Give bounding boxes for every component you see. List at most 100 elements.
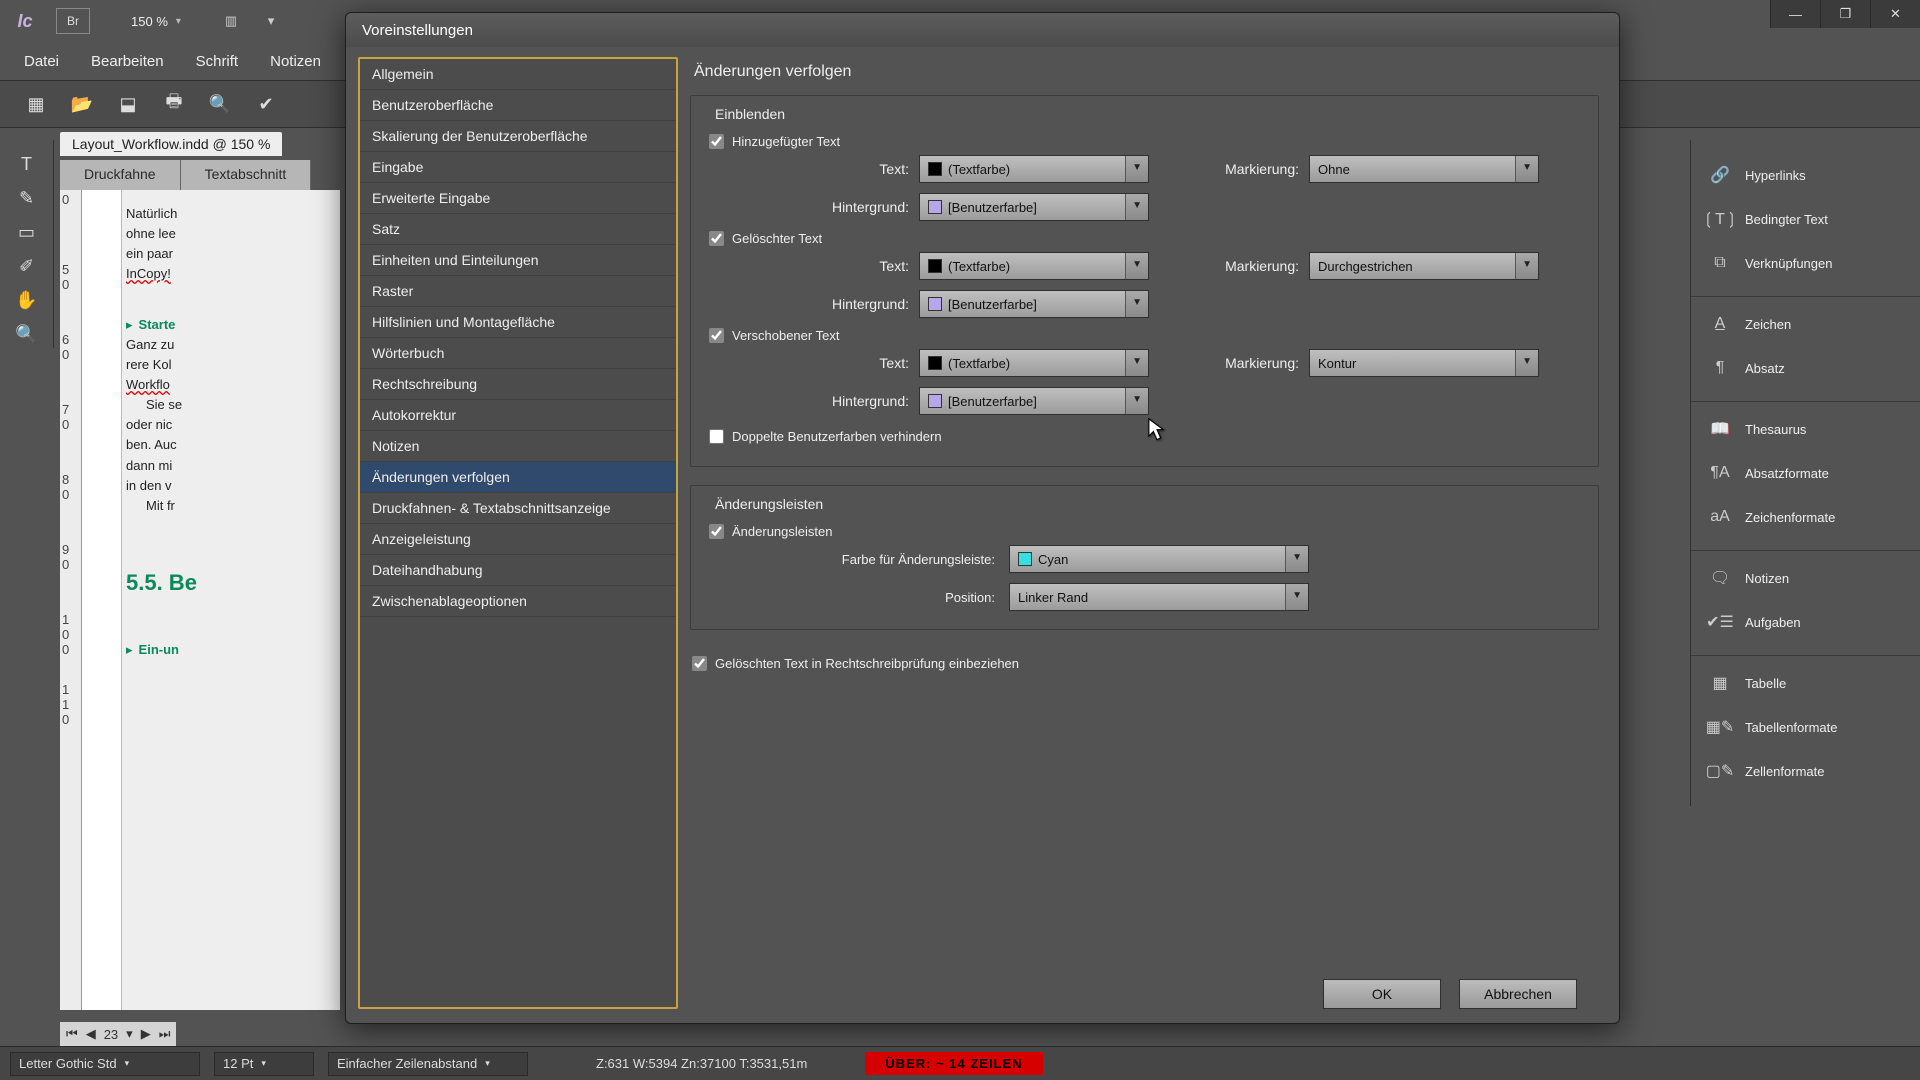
- pref-category-rechtschreibung[interactable]: Rechtschreibung: [360, 369, 676, 400]
- screen-mode-icon[interactable]: ▥: [216, 7, 246, 35]
- pref-category-notizen[interactable]: Notizen: [360, 431, 676, 462]
- added-marking-label: Markierung:: [1149, 161, 1309, 177]
- first-page-icon[interactable]: ⏮: [66, 1026, 78, 1042]
- view-tab-galley[interactable]: Druckfahne: [60, 160, 181, 190]
- next-page-icon[interactable]: ▶: [141, 1026, 151, 1042]
- preferences-category-list[interactable]: AllgemeinBenutzeroberflächeSkalierung de…: [358, 57, 678, 1009]
- pref-category-anzeigeleistung[interactable]: Anzeigeleistung: [360, 524, 676, 555]
- note-tool-icon[interactable]: ✎: [13, 184, 41, 212]
- panel-tabelle[interactable]: ▦Tabelle: [1691, 655, 1920, 702]
- font-size-dropdown[interactable]: 12 Pt: [214, 1052, 314, 1076]
- save-icon[interactable]: ⬓: [116, 92, 140, 116]
- prev-page-icon[interactable]: ◀: [86, 1026, 96, 1042]
- view-tab-story[interactable]: Textabschnitt: [181, 160, 312, 190]
- window-close-button[interactable]: ✕: [1870, 0, 1920, 28]
- menu-notes[interactable]: Notizen: [254, 53, 337, 70]
- added-bg-dropdown[interactable]: [Benutzerfarbe]: [919, 193, 1149, 221]
- deleted-marking-dropdown[interactable]: Durchgestrichen: [1309, 252, 1539, 280]
- pref-category-zwischenablageoptionen[interactable]: Zwischenablageoptionen: [360, 586, 676, 617]
- document-tab[interactable]: Layout_Workflow.indd @ 150 %: [60, 132, 282, 156]
- deleted-text-color-dropdown[interactable]: (Textfarbe): [919, 252, 1149, 280]
- menu-type[interactable]: Schrift: [180, 53, 255, 70]
- panel-thesaurus[interactable]: 📖Thesaurus: [1691, 401, 1920, 448]
- hand-tool-icon[interactable]: ✋: [13, 286, 41, 314]
- spellcheck-icon[interactable]: ✔: [254, 92, 278, 116]
- change-bars-legend: Änderungsleisten: [709, 496, 829, 512]
- deleted-text-checkbox[interactable]: [709, 231, 724, 246]
- zoom-tool-icon[interactable]: 🔍: [13, 320, 41, 348]
- print-icon[interactable]: 🖶: [162, 92, 186, 116]
- added-text-checkbox[interactable]: [709, 134, 724, 149]
- moved-text-color-dropdown[interactable]: (Textfarbe): [919, 349, 1149, 377]
- include-deleted-spellcheck-checkbox[interactable]: [692, 656, 707, 671]
- panel-zeichen[interactable]: A̲Zeichen: [1691, 296, 1920, 343]
- panel-label: Hyperlinks: [1745, 168, 1806, 183]
- menu-edit[interactable]: Bearbeiten: [75, 53, 180, 70]
- pref-category-w-rterbuch[interactable]: Wörterbuch: [360, 338, 676, 369]
- font-family-dropdown[interactable]: Letter Gothic Std: [10, 1052, 200, 1076]
- page-dropdown-icon[interactable]: ▾: [126, 1026, 133, 1042]
- pref-category-benutzeroberfl-che[interactable]: Benutzeroberfläche: [360, 90, 676, 121]
- window-minimize-button[interactable]: —: [1770, 0, 1820, 28]
- eyedropper-tool-icon[interactable]: ✐: [13, 252, 41, 280]
- pref-category-hilfslinien-und-montagefl-che[interactable]: Hilfslinien und Montagefläche: [360, 307, 676, 338]
- window-restore-button[interactable]: ❐: [1820, 0, 1870, 28]
- panel-verkn-pfungen[interactable]: ⧉Verknüpfungen: [1691, 244, 1920, 282]
- panel-absatzformate[interactable]: ¶AAbsatzformate: [1691, 454, 1920, 492]
- document-text[interactable]: Natürlich ohne lee ein paar InCopy! ▸Sta…: [122, 190, 201, 1010]
- panel-bedingter-text[interactable]: ❲T❳Bedingter Text: [1691, 200, 1920, 238]
- arrange-docs-icon[interactable]: ▾: [256, 7, 286, 35]
- change-bar-color-label: Farbe für Änderungsleiste:: [729, 552, 1009, 567]
- panel-aufgaben[interactable]: ✔☰Aufgaben: [1691, 603, 1920, 641]
- change-bar-position-dropdown[interactable]: Linker Rand: [1009, 583, 1309, 611]
- change-bars-group: Änderungsleisten Änderungsleisten Farbe …: [690, 485, 1599, 630]
- pref-category-einheiten-und-einteilungen[interactable]: Einheiten und Einteilungen: [360, 245, 676, 276]
- moved-marking-dropdown[interactable]: Kontur: [1309, 349, 1539, 377]
- type-tool-icon[interactable]: T: [13, 150, 41, 178]
- panel-tabellenformate[interactable]: ▦✎Tabellenformate: [1691, 708, 1920, 746]
- deleted-bg-dropdown[interactable]: [Benutzerfarbe]: [919, 290, 1149, 318]
- panel-zeichenformate[interactable]: aAZeichenformate: [1691, 498, 1920, 536]
- moved-text-checkbox[interactable]: [709, 328, 724, 343]
- added-marking-dropdown[interactable]: Ohne: [1309, 155, 1539, 183]
- position-tool-icon[interactable]: ▭: [13, 218, 41, 246]
- pref-category-skalierung-der-benutzeroberfl-che[interactable]: Skalierung der Benutzeroberfläche: [360, 121, 676, 152]
- new-doc-icon[interactable]: ▦: [24, 92, 48, 116]
- panel-notizen[interactable]: 🗨Notizen: [1691, 550, 1920, 597]
- cell-styles-icon: ▢✎: [1709, 762, 1731, 780]
- added-text-color-dropdown[interactable]: (Textfarbe): [919, 155, 1149, 183]
- paragraph-styles-icon: ¶A: [1709, 464, 1731, 482]
- pref-category-druckfahnen-textabschnittsanzeige[interactable]: Druckfahnen- & Textabschnittsanzeige: [360, 493, 676, 524]
- pref-category-allgemein[interactable]: Allgemein: [360, 59, 676, 90]
- character-icon: A̲: [1709, 315, 1731, 333]
- assignments-icon: ✔☰: [1709, 613, 1731, 631]
- leading-dropdown[interactable]: Einfacher Zeilenabstand: [328, 1052, 528, 1076]
- pref-category-autokorrektur[interactable]: Autokorrektur: [360, 400, 676, 431]
- include-deleted-spellcheck-label: Gelöschten Text in Rechtschreibprüfung e…: [715, 656, 1019, 671]
- panel-absatz[interactable]: ¶Absatz: [1691, 349, 1920, 387]
- find-icon[interactable]: 🔍: [208, 92, 232, 116]
- ok-button[interactable]: OK: [1323, 979, 1441, 1009]
- cancel-button[interactable]: Abbrechen: [1459, 979, 1577, 1009]
- menu-file[interactable]: Datei: [8, 53, 75, 70]
- last-page-icon[interactable]: ⏭: [159, 1026, 171, 1042]
- pref-category-dateihandhabung[interactable]: Dateihandhabung: [360, 555, 676, 586]
- tools-panel: T ✎ ▭ ✐ ✋ 🔍: [0, 140, 54, 348]
- moved-bg-dropdown[interactable]: [Benutzerfarbe]: [919, 387, 1149, 415]
- pref-category-eingabe[interactable]: Eingabe: [360, 152, 676, 183]
- document-area: 05 06 07 08 09 01 0 01 1 0 Natürlich ohn…: [60, 190, 340, 1010]
- prevent-duplicate-colors-checkbox[interactable]: [709, 429, 724, 444]
- change-bar-color-dropdown[interactable]: Cyan: [1009, 545, 1309, 573]
- pref-category-satz[interactable]: Satz: [360, 214, 676, 245]
- character-styles-icon: aA: [1709, 508, 1731, 526]
- panel-hyperlinks[interactable]: 🔗Hyperlinks: [1691, 156, 1920, 194]
- change-bars-checkbox[interactable]: [709, 524, 724, 539]
- bridge-button[interactable]: Br: [56, 8, 90, 34]
- panel-zellenformate[interactable]: ▢✎Zellenformate: [1691, 752, 1920, 790]
- pref-category--nderungen-verfolgen[interactable]: Änderungen verfolgen: [360, 462, 676, 493]
- zoom-level-dropdown[interactable]: 150 %: [106, 7, 206, 35]
- open-icon[interactable]: 📂: [70, 92, 94, 116]
- pref-category-raster[interactable]: Raster: [360, 276, 676, 307]
- page-navigator[interactable]: ⏮ ◀ 23 ▾ ▶ ⏭: [60, 1022, 176, 1046]
- pref-category-erweiterte-eingabe[interactable]: Erweiterte Eingabe: [360, 183, 676, 214]
